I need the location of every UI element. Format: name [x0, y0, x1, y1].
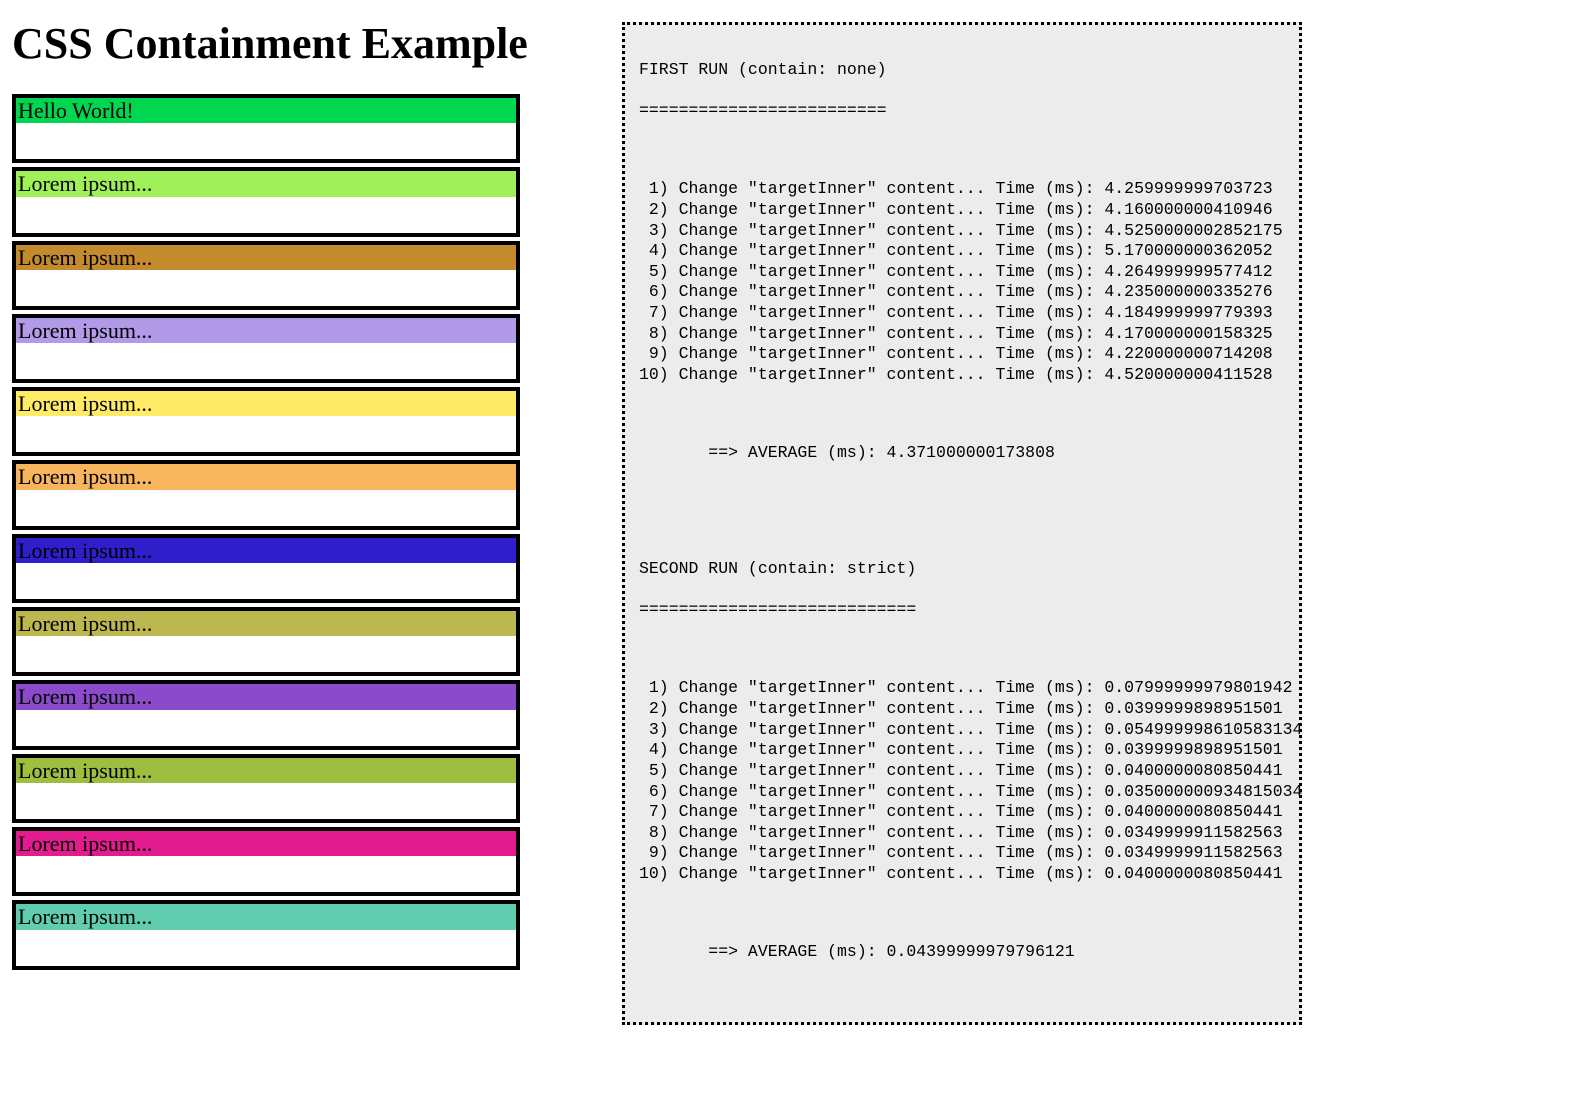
item-body — [16, 710, 516, 746]
item-body — [16, 783, 516, 819]
log-blank — [639, 485, 1285, 502]
log-line: 6) Change "targetInner" content... Time … — [639, 782, 1285, 803]
item-label: Lorem ipsum... — [16, 464, 516, 489]
log-blank — [639, 905, 1285, 922]
containment-item: Lorem ipsum... — [12, 827, 520, 896]
log-line: 2) Change "targetInner" content... Time … — [639, 699, 1285, 720]
log-line: 2) Change "targetInner" content... Time … — [639, 200, 1285, 221]
item-label: Lorem ipsum... — [16, 171, 516, 196]
item-label: Lorem ipsum... — [16, 318, 516, 343]
items-column: Hello World! Lorem ipsum... Lorem ipsum...… — [12, 94, 520, 974]
log-run2-rule: ============================ — [639, 600, 1285, 621]
log-blank — [639, 522, 1285, 539]
item-body — [16, 197, 516, 233]
containment-item: Hello World! — [12, 94, 520, 163]
containment-item: Lorem ipsum... — [12, 314, 520, 383]
log-line: 9) Change "targetInner" content... Time … — [639, 344, 1285, 365]
log-line: 4) Change "targetInner" content... Time … — [639, 241, 1285, 262]
containment-item: Lorem ipsum... — [12, 167, 520, 236]
containment-item: Lorem ipsum... — [12, 241, 520, 310]
log-line: 8) Change "targetInner" content... Time … — [639, 823, 1285, 844]
item-label: Lorem ipsum... — [16, 538, 516, 563]
log-run2-average: ==> AVERAGE (ms): 0.04399999979796121 — [639, 942, 1285, 963]
item-label: Lorem ipsum... — [16, 758, 516, 783]
log-line: 10) Change "targetInner" content... Time… — [639, 365, 1285, 386]
log-run1-rule: ========================= — [639, 101, 1285, 122]
item-body — [16, 416, 516, 452]
log-line: 10) Change "targetInner" content... Time… — [639, 864, 1285, 885]
item-body — [16, 856, 516, 892]
containment-item: Lorem ipsum... — [12, 460, 520, 529]
log-line: 8) Change "targetInner" content... Time … — [639, 324, 1285, 345]
containment-item: Lorem ipsum... — [12, 607, 520, 676]
log-line: 7) Change "targetInner" content... Time … — [639, 802, 1285, 823]
containment-item: Lorem ipsum... — [12, 900, 520, 969]
log-line: 9) Change "targetInner" content... Time … — [639, 843, 1285, 864]
log-line: 3) Change "targetInner" content... Time … — [639, 720, 1285, 741]
containment-item: Lorem ipsum... — [12, 680, 520, 749]
item-body — [16, 270, 516, 306]
log-line: 3) Change "targetInner" content... Time … — [639, 221, 1285, 242]
item-label: Lorem ipsum... — [16, 391, 516, 416]
log-line: 4) Change "targetInner" content... Time … — [639, 740, 1285, 761]
log-line: 7) Change "targetInner" content... Time … — [639, 303, 1285, 324]
log-line: 1) Change "targetInner" content... Time … — [639, 179, 1285, 200]
item-body — [16, 123, 516, 159]
log-output: FIRST RUN (contain: none) ==============… — [622, 22, 1302, 1025]
item-label: Hello World! — [16, 98, 516, 123]
log-line: 5) Change "targetInner" content... Time … — [639, 262, 1285, 283]
log-run1-average: ==> AVERAGE (ms): 4.371000000173808 — [639, 443, 1285, 464]
item-label: Lorem ipsum... — [16, 684, 516, 709]
item-label: Lorem ipsum... — [16, 904, 516, 929]
log-line: 6) Change "targetInner" content... Time … — [639, 282, 1285, 303]
log-blank — [639, 142, 1285, 159]
containment-item: Lorem ipsum... — [12, 754, 520, 823]
log-blank — [639, 641, 1285, 658]
item-label: Lorem ipsum... — [16, 611, 516, 636]
item-body — [16, 636, 516, 672]
containment-item: Lorem ipsum... — [12, 387, 520, 456]
item-body — [16, 343, 516, 379]
log-run2-header: SECOND RUN (contain: strict) — [639, 559, 1285, 580]
containment-item: Lorem ipsum... — [12, 534, 520, 603]
log-run1-header: FIRST RUN (contain: none) — [639, 60, 1285, 81]
log-line: 5) Change "targetInner" content... Time … — [639, 761, 1285, 782]
item-body — [16, 563, 516, 599]
item-body — [16, 930, 516, 966]
item-label: Lorem ipsum... — [16, 831, 516, 856]
log-blank — [639, 406, 1285, 423]
item-body — [16, 490, 516, 526]
log-line: 1) Change "targetInner" content... Time … — [639, 678, 1285, 699]
item-label: Lorem ipsum... — [16, 245, 516, 270]
